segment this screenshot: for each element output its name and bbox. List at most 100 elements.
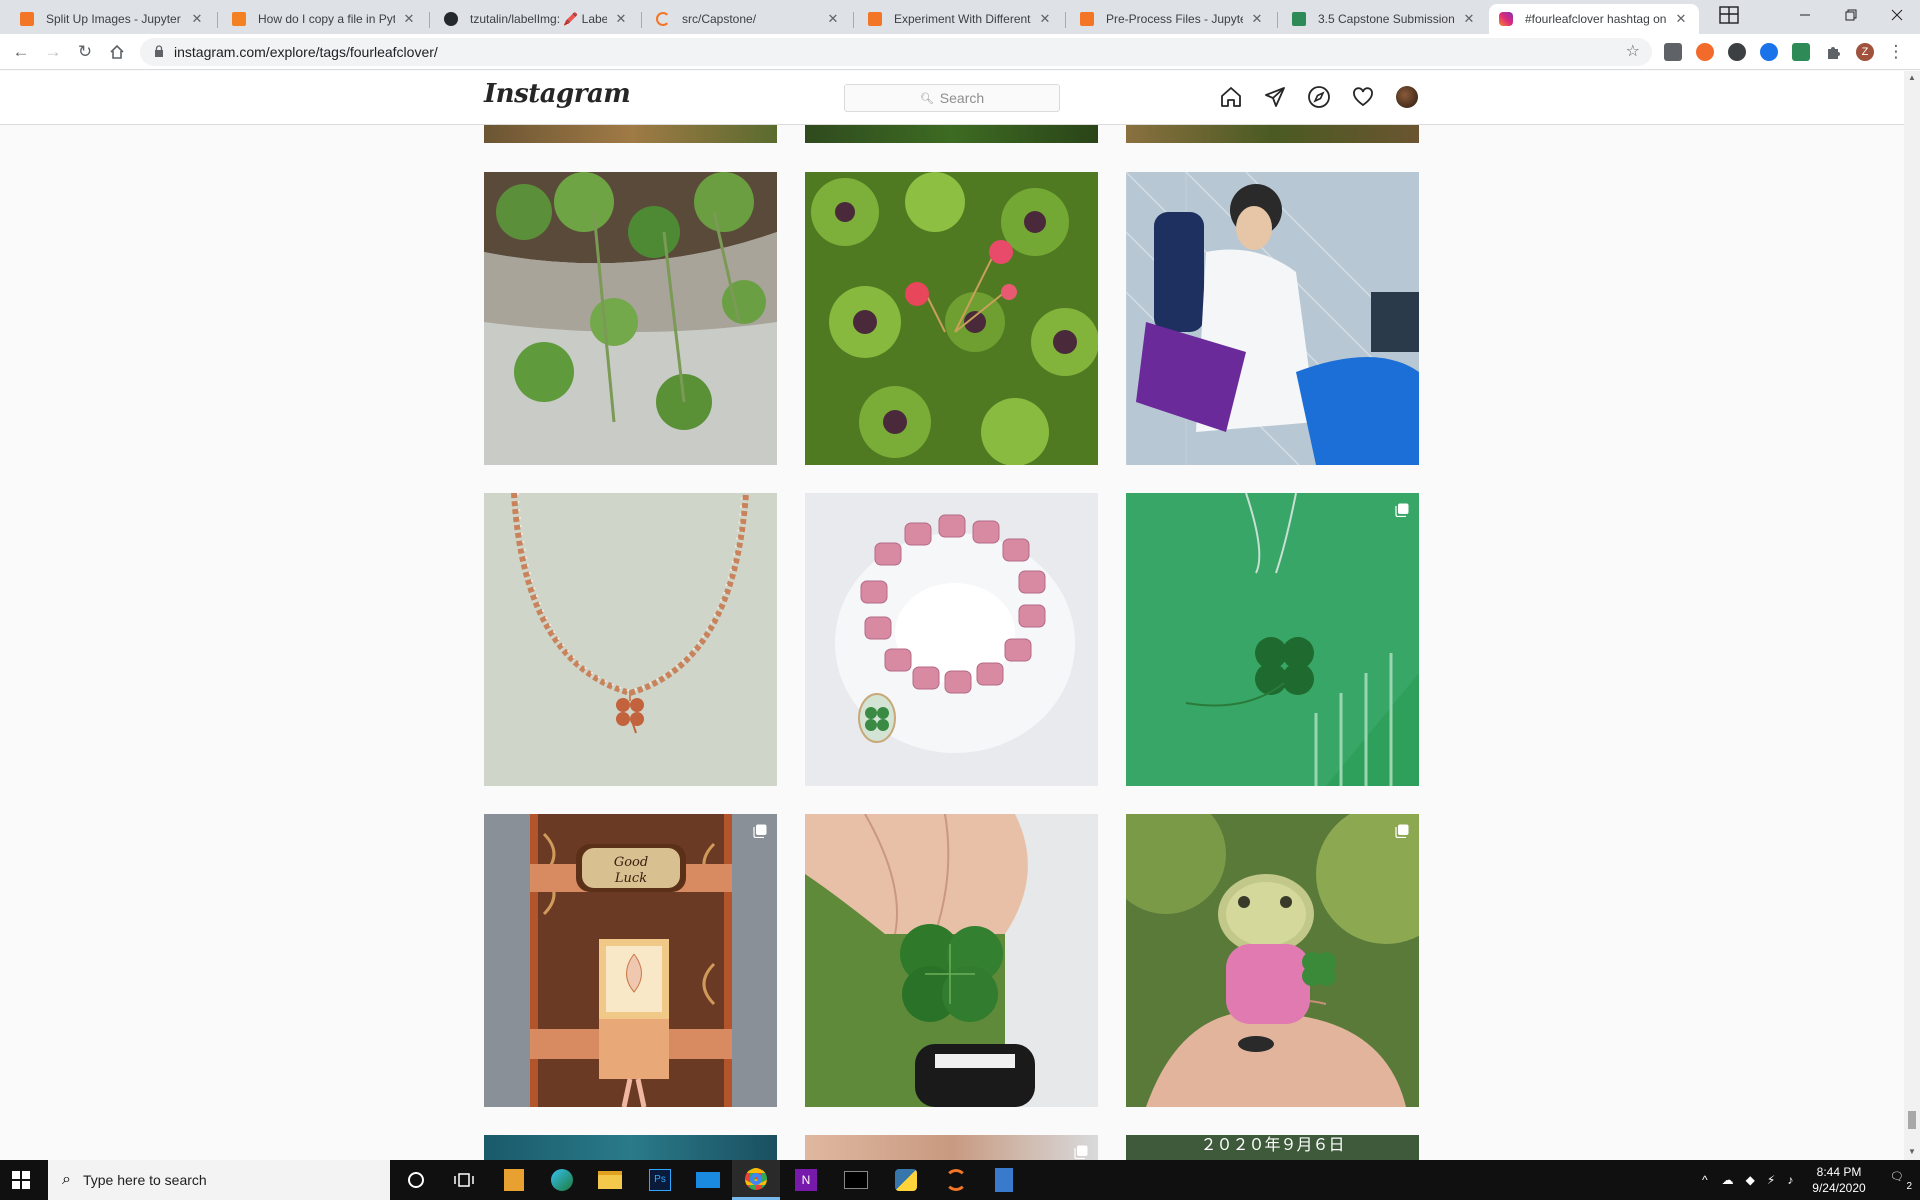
taskbar-app-chrome[interactable] xyxy=(732,1160,780,1200)
tab-src-capstone[interactable]: src/Capstone/ ✕ xyxy=(646,4,851,34)
post-frog-plush-with-clover[interactable] xyxy=(1126,814,1419,1107)
windows-start-icon[interactable] xyxy=(12,1171,30,1189)
close-tab-icon[interactable]: ✕ xyxy=(1249,11,1265,27)
post-partial-top-1[interactable] xyxy=(484,125,777,143)
tab-experiment-models[interactable]: Experiment With Different M ✕ xyxy=(858,4,1063,34)
profile-avatar-icon[interactable]: Z xyxy=(1856,43,1874,61)
extension-springboard-icon[interactable] xyxy=(1792,43,1810,61)
taskbar-app-jupyter[interactable] xyxy=(490,1160,538,1200)
tab-fourleafclover-instagram[interactable]: #fourleafclover hashtag on ✕ xyxy=(1489,4,1699,34)
close-tab-icon[interactable]: ✕ xyxy=(1461,11,1477,27)
tab-labelimg-github[interactable]: tzutalin/labelImg: 🖍️ Label ✕ xyxy=(434,4,639,34)
jupyter-app-icon xyxy=(504,1169,524,1191)
taskbar-clock[interactable]: 8:44 PM 9/24/2020 xyxy=(1804,1164,1874,1196)
back-arrow-icon: ← xyxy=(12,42,30,61)
network-icon[interactable]: ⚡ xyxy=(1767,1173,1775,1187)
taskbar-app-onenote[interactable]: N xyxy=(782,1160,830,1200)
taskbar-app-edge[interactable] xyxy=(538,1160,586,1200)
action-center-button[interactable]: 🗨︎ 2 xyxy=(1890,1170,1912,1192)
close-tab-icon[interactable]: ✕ xyxy=(189,11,205,27)
tab-separator xyxy=(853,12,854,28)
close-tab-icon[interactable]: ✕ xyxy=(825,11,841,27)
task-view-button[interactable] xyxy=(440,1160,488,1200)
instagram-search-input[interactable]: 🔍︎ Search xyxy=(844,84,1060,112)
search-icon: 🔍︎ xyxy=(919,92,934,105)
post-man-with-laptop[interactable] xyxy=(1126,172,1419,465)
new-tab-button[interactable] xyxy=(1706,0,1752,30)
dropbox-icon[interactable]: ◆ xyxy=(1746,1173,1755,1187)
back-button[interactable]: ← xyxy=(9,40,33,64)
folder-icon xyxy=(598,1171,622,1189)
windows-taskbar: ⌕ Type here to search Ps N ^ ☁ ◆ ⚡ ♪ 8:4… xyxy=(0,1160,1920,1200)
extensions-puzzle-icon[interactable] xyxy=(1824,43,1842,61)
instagram-logo[interactable]: Instagram xyxy=(484,79,631,109)
post-clover-in-fingers[interactable] xyxy=(805,814,1098,1107)
calculator-icon xyxy=(995,1168,1013,1192)
post-good-luck-card[interactable]: Good Luck xyxy=(484,814,777,1107)
close-tab-icon[interactable]: ✕ xyxy=(1037,11,1053,27)
scroll-up-arrow-icon[interactable]: ▲ xyxy=(1908,73,1916,82)
close-window-icon xyxy=(1891,9,1903,21)
page-scrollbar[interactable]: ▲ ▼ xyxy=(1904,71,1920,1160)
scroll-down-arrow-icon[interactable]: ▼ xyxy=(1908,1147,1916,1156)
post-clover-necklace[interactable] xyxy=(484,493,777,786)
tab-copy-file-python[interactable]: How do I copy a file in Pyth ✕ xyxy=(222,4,427,34)
post-oxalis-pink-flowers[interactable] xyxy=(805,172,1098,465)
close-tab-icon[interactable]: ✕ xyxy=(401,11,417,27)
onedrive-icon[interactable]: ☁ xyxy=(1722,1173,1734,1187)
address-bar[interactable]: instagram.com/explore/tags/fourleafclove… xyxy=(140,38,1652,66)
home-button[interactable] xyxy=(105,40,129,64)
restore-button[interactable] xyxy=(1828,0,1874,30)
new-tab-icon xyxy=(1719,6,1739,24)
minimize-button[interactable] xyxy=(1782,0,1828,30)
github-icon xyxy=(444,12,458,26)
chrome-menu-button[interactable]: ⋮ xyxy=(1884,40,1908,64)
home-icon xyxy=(1221,87,1241,107)
tab-split-up-images[interactable]: Split Up Images - Jupyter N ✕ xyxy=(10,4,215,34)
post-partial-bottom-1[interactable] xyxy=(484,1135,777,1160)
tab-capstone-submission[interactable]: 3.5 Capstone Submission - S ✕ xyxy=(1282,4,1487,34)
tab-pre-process-files[interactable]: Pre-Process Files - Jupyter N ✕ xyxy=(1070,4,1275,34)
cortana-button[interactable] xyxy=(392,1160,440,1200)
python-icon xyxy=(895,1169,917,1191)
taskbar-app-photoshop[interactable]: Ps xyxy=(636,1160,684,1200)
taskbar-search-box[interactable]: ⌕ Type here to search xyxy=(48,1160,390,1200)
scrollbar-thumb[interactable] xyxy=(1908,1111,1916,1129)
forward-button[interactable]: → xyxy=(41,40,65,64)
tray-overflow-chevron-icon[interactable]: ^ xyxy=(1702,1173,1708,1187)
post-image xyxy=(805,172,1098,465)
post-pink-bracelet[interactable] xyxy=(805,493,1098,786)
close-window-button[interactable] xyxy=(1874,0,1920,30)
extension-circle-icon[interactable] xyxy=(1728,43,1746,61)
bookmark-star-icon[interactable]: ☆ xyxy=(1626,41,1640,61)
nav-explore-button[interactable] xyxy=(1306,84,1332,110)
post-image xyxy=(1126,814,1419,1107)
taskbar-app-jupyter-2[interactable] xyxy=(932,1160,980,1200)
taskbar-app-calculator[interactable] xyxy=(980,1160,1028,1200)
nav-direct-button[interactable] xyxy=(1262,84,1288,110)
post-clover-on-green-glass[interactable] xyxy=(1126,493,1419,786)
extension-g-icon[interactable] xyxy=(1664,43,1682,61)
tab-separator xyxy=(429,12,430,28)
post-partial-top-2[interactable] xyxy=(805,125,1098,143)
taskbar-app-python[interactable] xyxy=(882,1160,930,1200)
taskbar-app-mail[interactable] xyxy=(684,1160,732,1200)
search-icon: ⌕ xyxy=(62,1171,71,1188)
post-potted-clover[interactable] xyxy=(484,172,777,465)
springboard-icon xyxy=(1292,12,1306,26)
profile-avatar[interactable] xyxy=(1396,86,1418,108)
taskbar-app-terminal[interactable] xyxy=(832,1160,880,1200)
nav-activity-button[interactable] xyxy=(1350,84,1376,110)
extension-orange-icon[interactable] xyxy=(1696,43,1714,61)
post-partial-top-3[interactable] xyxy=(1126,125,1419,143)
close-tab-icon[interactable]: ✕ xyxy=(1673,11,1689,27)
close-tab-icon[interactable]: ✕ xyxy=(613,11,629,27)
post-partial-bottom-3[interactable]: ２０２０年９月６日 xyxy=(1126,1135,1419,1160)
post-partial-bottom-2[interactable] xyxy=(805,1135,1098,1160)
reload-button[interactable]: ↻ xyxy=(73,40,97,64)
volume-icon[interactable]: ♪ xyxy=(1787,1173,1793,1187)
extension-blue-icon[interactable] xyxy=(1760,43,1778,61)
explore-icon xyxy=(1308,86,1330,108)
nav-home-button[interactable] xyxy=(1218,84,1244,110)
taskbar-app-file-explorer[interactable] xyxy=(586,1160,634,1200)
